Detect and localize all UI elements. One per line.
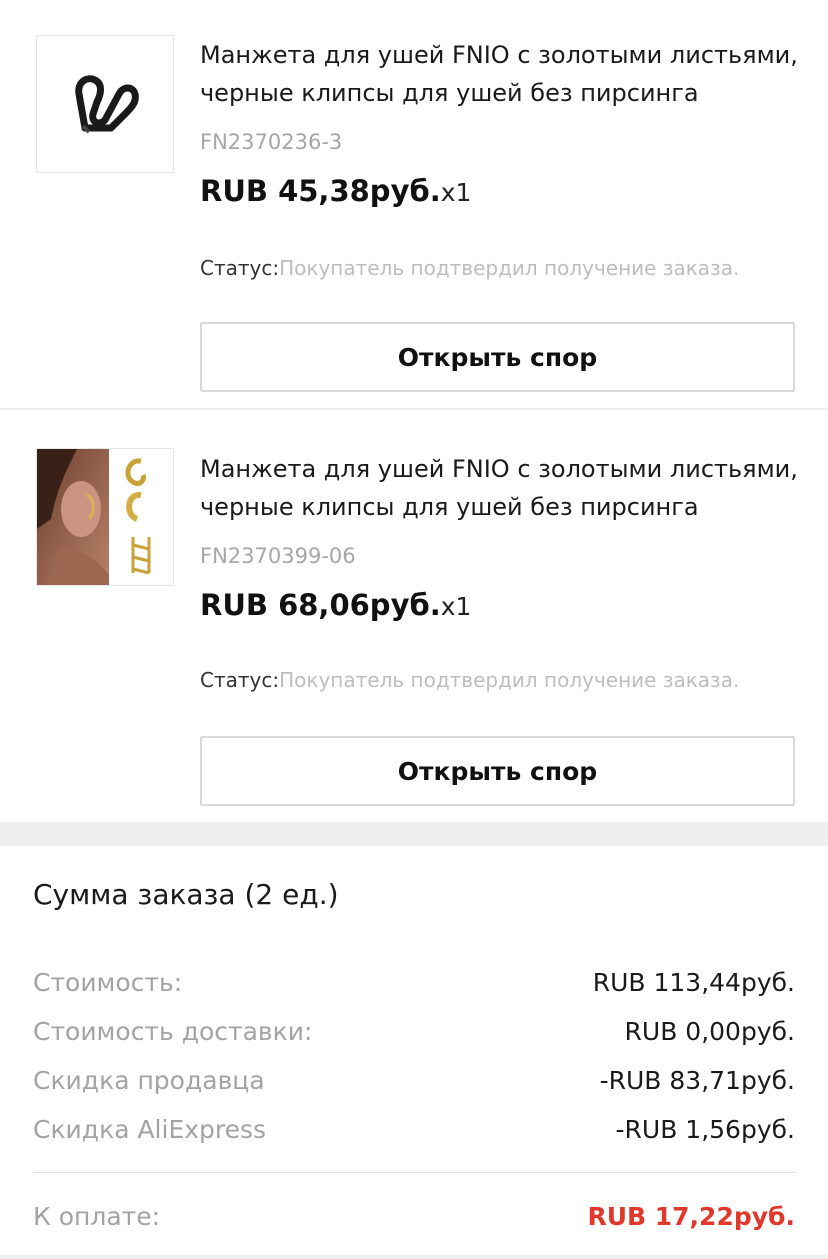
- total-value: RUB 17,22руб.: [587, 1202, 795, 1231]
- product-quantity: x1: [440, 178, 472, 207]
- summary-row-cost: Стоимость: RUB 113,44руб.: [33, 968, 795, 1008]
- order-status: Статус:Покупатель подтвердил получение з…: [200, 668, 739, 692]
- summary-title: Сумма заказа (2 ед.): [33, 878, 339, 911]
- status-value: Покупатель подтвердил получение заказа.: [279, 256, 740, 280]
- product-image-gold-ear-cuff[interactable]: [36, 448, 174, 586]
- summary-row-total: К оплате: RUB 17,22руб.: [33, 1202, 795, 1242]
- product-quantity: x1: [440, 592, 472, 621]
- order-summary: Сумма заказа (2 ед.) Стоимость: RUB 113,…: [0, 846, 828, 1259]
- order-item-1: Манжета для ушей FNIO с золотыми листьям…: [0, 0, 828, 410]
- order-item-2: Манжета для ушей FNIO с золотыми листьям…: [0, 410, 828, 822]
- product-image-black-ear-cuff[interactable]: [36, 35, 174, 173]
- row-label: Стоимость доставки:: [33, 1017, 313, 1046]
- section-gap: [0, 822, 828, 846]
- row-value: RUB 0,00руб.: [624, 1017, 795, 1046]
- summary-row-aliexpress-discount: Скидка AliExpress -RUB 1,56руб.: [33, 1115, 795, 1155]
- summary-row-shipping: Стоимость доставки: RUB 0,00руб.: [33, 1017, 795, 1057]
- product-sku: FN2370399-06: [200, 544, 356, 568]
- row-value: -RUB 83,71руб.: [599, 1066, 795, 1095]
- row-value: RUB 113,44руб.: [592, 968, 795, 997]
- price-value: RUB 45,38руб.: [200, 174, 441, 208]
- status-value: Покупатель подтвердил получение заказа.: [279, 668, 740, 692]
- row-value: -RUB 1,56руб.: [615, 1115, 795, 1144]
- price-value: RUB 68,06руб.: [200, 588, 441, 622]
- row-label: Стоимость:: [33, 968, 183, 997]
- status-label: Статус:: [200, 256, 280, 280]
- status-label: Статус:: [200, 668, 280, 692]
- order-status: Статус:Покупатель подтвердил получение з…: [200, 256, 739, 280]
- row-label: Скидка продавца: [33, 1066, 265, 1095]
- bottom-strip: [0, 1255, 828, 1259]
- row-label: Скидка AliExpress: [33, 1115, 267, 1144]
- summary-divider: [33, 1172, 795, 1173]
- total-label: К оплате:: [33, 1202, 161, 1231]
- product-title[interactable]: Манжета для ушей FNIO с золотыми листьям…: [200, 450, 800, 526]
- product-price: RUB 45,38руб.x1: [200, 174, 471, 208]
- product-title[interactable]: Манжета для ушей FNIO с золотыми листьям…: [200, 36, 800, 112]
- summary-row-seller-discount: Скидка продавца -RUB 83,71руб.: [33, 1066, 795, 1106]
- open-dispute-button[interactable]: Открыть спор: [200, 736, 795, 806]
- product-sku: FN2370236-3: [200, 130, 343, 154]
- open-dispute-button[interactable]: Открыть спор: [200, 322, 795, 392]
- product-price: RUB 68,06руб.x1: [200, 588, 471, 622]
